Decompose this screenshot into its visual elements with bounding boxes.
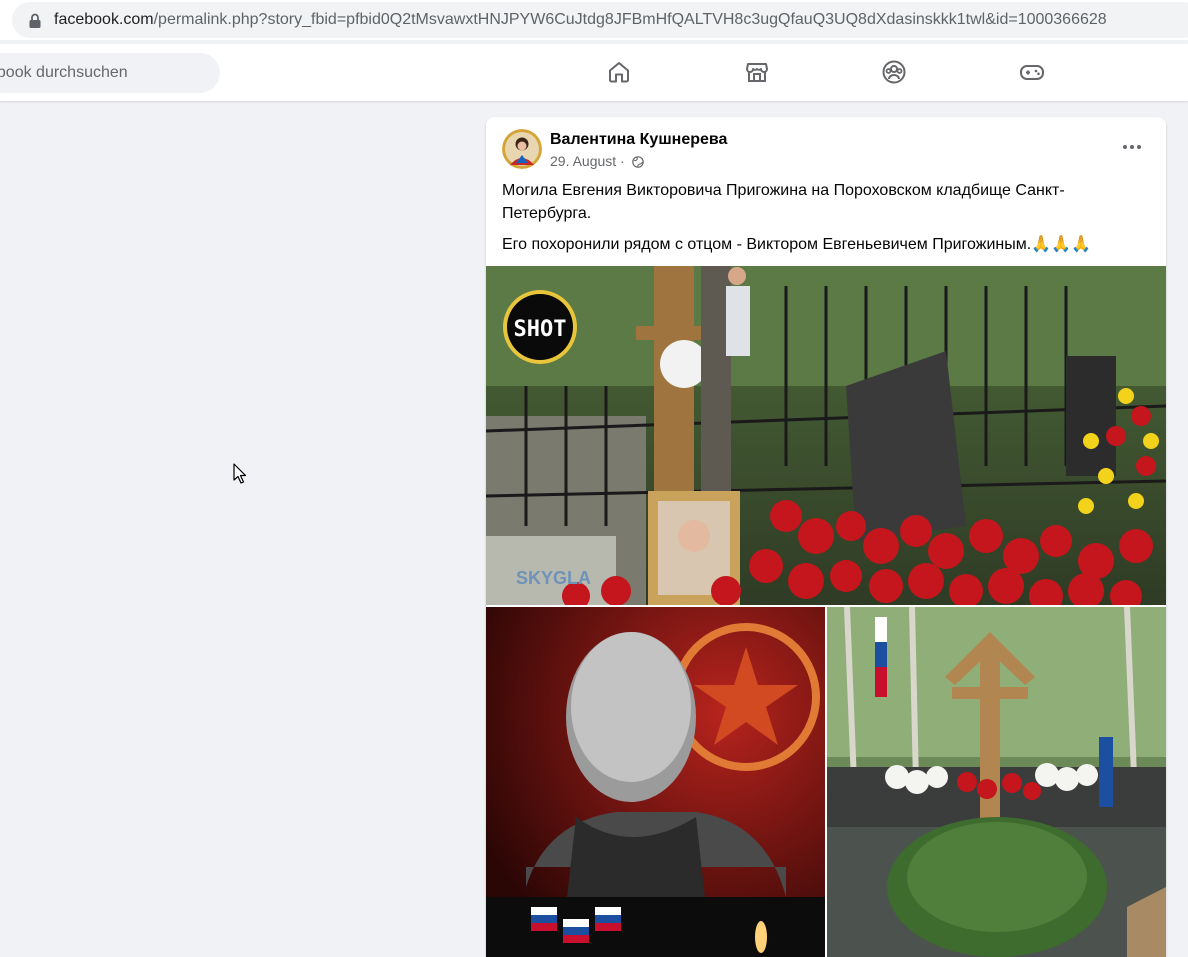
sign-text: SKYGLA [516,568,591,588]
url-host: facebook.com [54,11,154,28]
post-date[interactable]: 29. August · [550,153,625,169]
avatar-image [502,129,542,169]
mouse-cursor-icon [233,463,247,484]
post-photo-cross[interactable] [827,607,1166,957]
post-photo-portrait[interactable] [486,607,825,957]
browser-address-bar: facebook.com/permalink.php?story_fbid=pf… [0,0,1188,40]
globe-icon [631,156,644,168]
post-card: Валентина Кушнерева 29. August · Могила … [486,117,1166,957]
facebook-top-nav [0,44,1188,101]
cross-photo-image [827,607,1166,957]
post-text-paragraph-2: Его похоронили рядом с отцом - Виктором … [502,236,1091,253]
portrait-photo-image [486,607,825,957]
post-text: Могила Евгения Викторовича Пригожина на … [502,179,1152,264]
grave-photo-image: SKYGLA SHOT [486,266,1166,605]
post-photo-grave[interactable]: SKYGLA SHOT [486,266,1166,605]
home-icon[interactable] [605,58,633,86]
search-box [0,53,220,93]
more-options-icon[interactable] [1116,133,1148,161]
post-author-name[interactable]: Валентина Кушнерева [550,131,727,149]
search-input[interactable] [0,53,220,93]
shot-logo-text: SHOT [514,317,567,342]
lock-icon [29,13,41,28]
post-text-paragraph-1: Могила Евгения Викторовича Пригожина на … [502,182,1065,222]
marketplace-icon[interactable] [743,58,771,86]
author-avatar[interactable] [502,129,542,169]
groups-icon[interactable] [880,58,908,86]
url-text: facebook.com/permalink.php?story_fbid=pf… [54,11,1107,29]
url-field[interactable]: facebook.com/permalink.php?story_fbid=pf… [12,2,1188,38]
gaming-icon[interactable] [1018,58,1046,86]
post-meta: 29. August · [550,153,644,169]
url-path: /permalink.php?story_fbid=pfbid0Q2tMsvaw… [153,11,1107,28]
